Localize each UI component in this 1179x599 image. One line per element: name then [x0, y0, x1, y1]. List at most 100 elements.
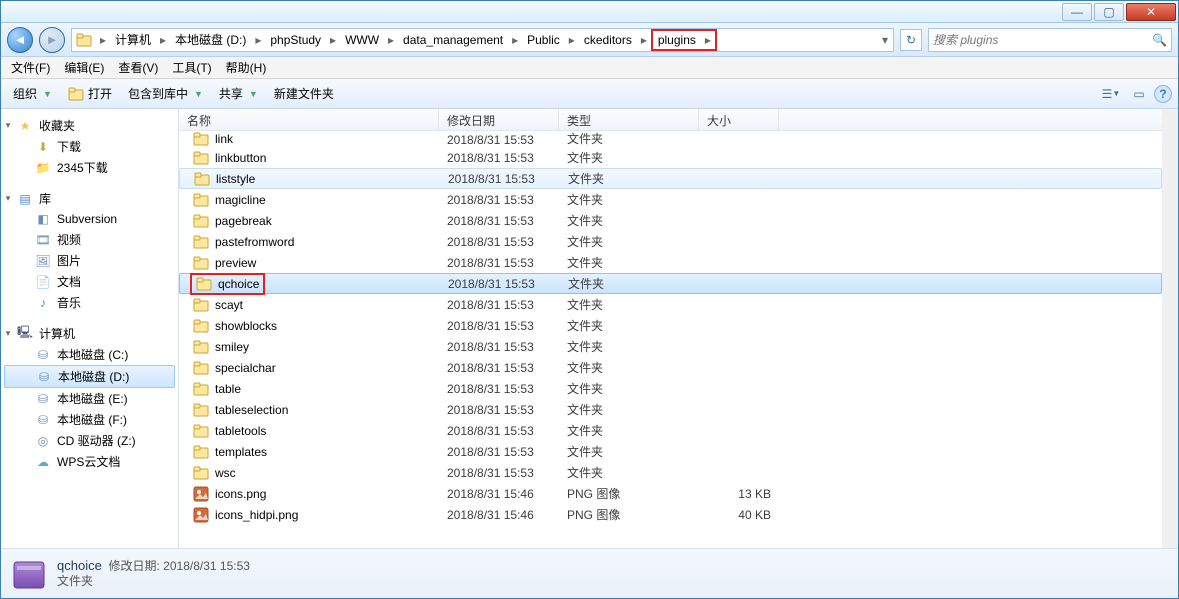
folder-icon — [193, 255, 209, 271]
scrollbar[interactable] — [1162, 109, 1178, 548]
drive-icon: ⛁ — [35, 412, 51, 428]
file-row[interactable]: qchoice2018/8/31 15:53文件夹 — [179, 273, 1162, 294]
file-row[interactable]: specialchar2018/8/31 15:53文件夹 — [179, 357, 1162, 378]
sidebar-item-label: 2345下载 — [57, 159, 108, 176]
collapse-icon[interactable]: ▾ — [3, 120, 13, 131]
chevron-right-icon[interactable]: ▸ — [701, 29, 715, 51]
drive-icon: ⛁ — [35, 347, 51, 363]
breadcrumb[interactable]: ▸ 计算机▸本地磁盘 (D:)▸phpStudy▸WWW▸data_manage… — [71, 28, 894, 52]
col-type[interactable]: 类型 — [559, 109, 699, 130]
menu-tools[interactable]: 工具(T) — [166, 57, 217, 78]
sidebar-item[interactable]: ⛁本地磁盘 (E:) — [1, 388, 178, 409]
breadcrumb-segment[interactable]: Public▸ — [522, 29, 579, 51]
sidebar-item[interactable]: ♪音乐 — [1, 292, 178, 313]
breadcrumb-dropdown[interactable]: ▾ — [877, 33, 893, 47]
menu-edit[interactable]: 编辑(E) — [58, 57, 110, 78]
file-type: 文件夹 — [559, 254, 699, 271]
search-input[interactable] — [933, 33, 1152, 47]
file-row[interactable]: showblocks2018/8/31 15:53文件夹 — [179, 315, 1162, 336]
breadcrumb-segment[interactable]: data_management▸ — [398, 29, 522, 51]
col-date[interactable]: 修改日期 — [439, 109, 559, 130]
chevron-right-icon[interactable]: ▸ — [156, 29, 170, 51]
file-row[interactable]: scayt2018/8/31 15:53文件夹 — [179, 294, 1162, 315]
chevron-right-icon[interactable]: ▸ — [326, 29, 340, 51]
menu-file[interactable]: 文件(F) — [5, 57, 56, 78]
file-row[interactable]: link2018/8/31 15:53文件夹 — [179, 131, 1162, 147]
file-row[interactable]: preview2018/8/31 15:53文件夹 — [179, 252, 1162, 273]
sidebar-item[interactable]: ⛁本地磁盘 (D:) — [4, 365, 175, 388]
sidebar-item[interactable]: ⛁本地磁盘 (F:) — [1, 409, 178, 430]
maximize-button[interactable]: ▢ — [1094, 3, 1124, 21]
newfolder-button[interactable]: 新建文件夹 — [268, 82, 340, 105]
library-icon: ▤ — [17, 191, 33, 207]
chevron-right-icon[interactable]: ▸ — [565, 29, 579, 51]
sidebar-item[interactable]: ◧Subversion — [1, 209, 178, 229]
breadcrumb-segment[interactable]: 本地磁盘 (D:)▸ — [170, 29, 265, 51]
file-row[interactable]: icons_hidpi.png2018/8/31 15:46PNG 图像40 K… — [179, 504, 1162, 525]
file-row[interactable]: icons.png2018/8/31 15:46PNG 图像13 KB — [179, 483, 1162, 504]
file-row[interactable]: table2018/8/31 15:53文件夹 — [179, 378, 1162, 399]
file-row[interactable]: linkbutton2018/8/31 15:53文件夹 — [179, 147, 1162, 168]
chevron-right-icon[interactable]: ▸ — [508, 29, 522, 51]
organize-button[interactable]: 组织▼ — [7, 82, 58, 105]
file-row[interactable]: pagebreak2018/8/31 15:53文件夹 — [179, 210, 1162, 231]
breadcrumb-segment[interactable]: phpStudy▸ — [265, 29, 340, 51]
file-name: templates — [215, 445, 267, 459]
chevron-right-icon[interactable]: ▸ — [637, 29, 651, 51]
col-name[interactable]: 名称 — [179, 109, 439, 130]
refresh-button[interactable]: ↻ — [900, 29, 922, 51]
music-icon: ♪ — [35, 295, 51, 311]
preview-pane-button[interactable]: ▭ — [1126, 83, 1152, 105]
collapse-icon[interactable]: ▾ — [3, 328, 13, 339]
sidebar-item[interactable]: 🖼图片 — [1, 250, 178, 271]
search-box[interactable]: 🔍 — [928, 28, 1172, 52]
sidebar-group-library[interactable]: ▾ ▤ 库 — [1, 186, 178, 209]
sidebar-group-computer[interactable]: ▾ 🖳 计算机 — [1, 321, 178, 344]
forward-button[interactable]: ► — [39, 27, 65, 53]
help-button[interactable]: ? — [1154, 85, 1172, 103]
back-button[interactable]: ◄ — [7, 27, 33, 53]
sidebar-item[interactable]: ◎CD 驱动器 (Z:) — [1, 430, 178, 451]
chevron-right-icon[interactable]: ▸ — [96, 29, 110, 51]
chevron-right-icon[interactable]: ▸ — [251, 29, 265, 51]
file-row[interactable]: tableselection2018/8/31 15:53文件夹 — [179, 399, 1162, 420]
file-row[interactable]: pastefromword2018/8/31 15:53文件夹 — [179, 231, 1162, 252]
file-row[interactable]: tabletools2018/8/31 15:53文件夹 — [179, 420, 1162, 441]
sidebar-item[interactable]: ⛁本地磁盘 (C:) — [1, 344, 178, 365]
sidebar-item[interactable]: ⬇下载 — [1, 136, 178, 157]
file-row[interactable]: magicline2018/8/31 15:53文件夹 — [179, 189, 1162, 210]
file-name: specialchar — [215, 361, 276, 375]
breadcrumb-label: data_management — [398, 29, 508, 51]
sidebar-item[interactable]: 📁2345下载 — [1, 157, 178, 178]
file-name: tableselection — [215, 403, 288, 417]
menu-view[interactable]: 查看(V) — [112, 57, 164, 78]
breadcrumb-segment[interactable]: plugins▸ — [651, 29, 717, 51]
include-button[interactable]: 包含到库中▼ — [122, 82, 209, 105]
open-button[interactable]: 打开 — [62, 82, 118, 105]
breadcrumb-segment[interactable]: 计算机▸ — [110, 29, 170, 51]
view-mode-button[interactable]: ☰ ▼ — [1098, 83, 1124, 105]
collapse-icon[interactable]: ▾ — [3, 193, 13, 204]
file-row[interactable]: wsc2018/8/31 15:53文件夹 — [179, 462, 1162, 483]
breadcrumb-segment[interactable]: WWW▸ — [340, 29, 398, 51]
file-type: 文件夹 — [559, 131, 699, 147]
chevron-right-icon[interactable]: ▸ — [384, 29, 398, 51]
share-button[interactable]: 共享▼ — [213, 82, 264, 105]
sidebar-item[interactable]: 🎞视频 — [1, 229, 178, 250]
close-button[interactable]: ✕ — [1126, 3, 1176, 21]
file-row[interactable]: liststyle2018/8/31 15:53文件夹 — [179, 168, 1162, 189]
toolbar: 组织▼ 打开 包含到库中▼ 共享▼ 新建文件夹 ☰ ▼ ▭ ? — [1, 79, 1178, 109]
drive-icon: ⛁ — [35, 391, 51, 407]
menu-help[interactable]: 帮助(H) — [220, 57, 273, 78]
sidebar-item[interactable]: 📄文档 — [1, 271, 178, 292]
minimize-button[interactable]: — — [1062, 3, 1092, 21]
file-type: 文件夹 — [559, 317, 699, 334]
file-row[interactable]: templates2018/8/31 15:53文件夹 — [179, 441, 1162, 462]
status-text: qchoice 修改日期: 2018/8/31 15:53 文件夹 — [57, 558, 250, 589]
file-date: 2018/8/31 15:53 — [439, 298, 559, 312]
sidebar-item[interactable]: ☁WPS云文档 — [1, 451, 178, 472]
col-size[interactable]: 大小 — [699, 109, 779, 130]
breadcrumb-segment[interactable]: ckeditors▸ — [579, 29, 651, 51]
file-row[interactable]: smiley2018/8/31 15:53文件夹 — [179, 336, 1162, 357]
sidebar-group-favorites[interactable]: ▾ ★ 收藏夹 — [1, 113, 178, 136]
